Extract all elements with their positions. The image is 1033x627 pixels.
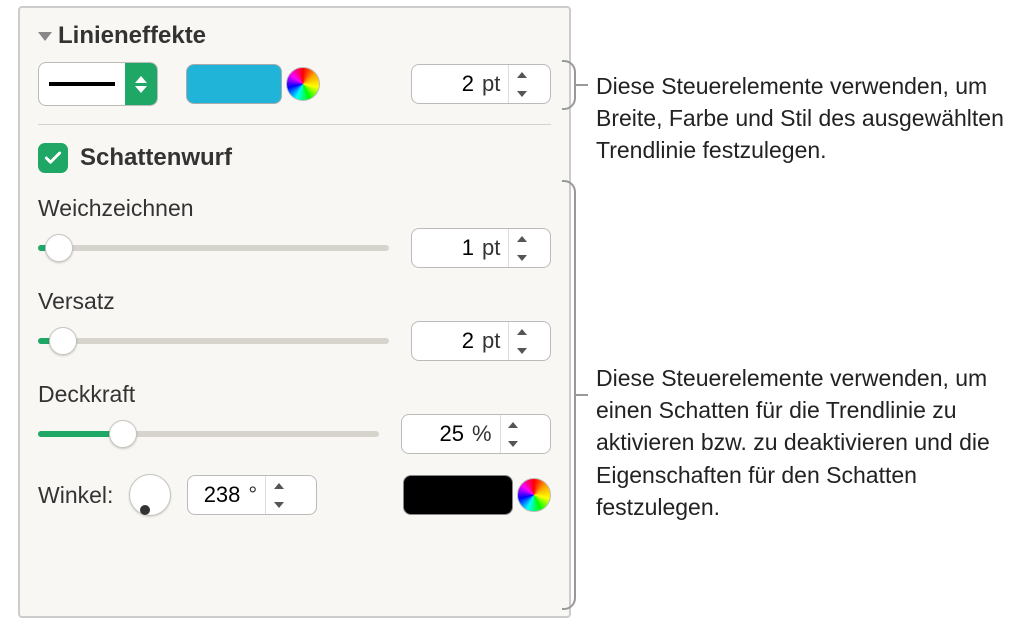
callout-bracket-bottom	[562, 180, 576, 610]
slider-thumb[interactable]	[45, 234, 73, 262]
line-color-well[interactable]	[186, 64, 282, 104]
angle-indicator-icon	[140, 505, 150, 515]
stepper-down-icon[interactable]	[509, 84, 534, 103]
shadow-color-well[interactable]	[403, 475, 513, 515]
inspector-panel: Linieneffekte pt	[18, 6, 571, 618]
line-style-dropdown[interactable]	[38, 62, 158, 106]
line-style-preview	[39, 63, 125, 105]
line-style-row: pt	[38, 62, 551, 106]
opacity-unit: %	[472, 421, 500, 447]
stepper-up-icon[interactable]	[266, 476, 291, 495]
callout-text-top: Diese Steuerelemente verwenden, um Breit…	[596, 70, 1026, 167]
section-header-line-effects[interactable]: Linieneffekte	[38, 22, 551, 50]
slider-thumb[interactable]	[109, 420, 137, 448]
angle-dial[interactable]	[129, 474, 171, 516]
slider-thumb[interactable]	[49, 327, 77, 355]
stepper-down-icon[interactable]	[266, 495, 291, 514]
angle-label: Winkel:	[38, 482, 113, 509]
offset-unit: pt	[482, 328, 508, 354]
offset-stepper[interactable]: pt	[411, 321, 551, 361]
color-wheel-icon[interactable]	[286, 67, 320, 101]
stepper-up-icon[interactable]	[509, 65, 534, 84]
offset-label: Versatz	[38, 288, 551, 315]
stepper-down-icon[interactable]	[501, 434, 526, 453]
opacity-stepper[interactable]: %	[401, 414, 551, 454]
line-width-unit: pt	[482, 71, 508, 97]
blur-unit: pt	[482, 235, 508, 261]
shadow-checkbox[interactable]	[38, 143, 68, 173]
line-color-group	[186, 64, 320, 104]
angle-input[interactable]	[188, 476, 248, 514]
opacity-slider[interactable]	[38, 419, 379, 449]
chevron-down-icon	[38, 32, 52, 41]
opacity-label: Deckkraft	[38, 381, 551, 408]
stepper-down-icon[interactable]	[509, 248, 534, 267]
stepper-up-icon[interactable]	[501, 415, 526, 434]
offset-input[interactable]	[412, 322, 482, 360]
stepper-up-icon[interactable]	[509, 322, 534, 341]
section-title: Linieneffekte	[58, 22, 206, 50]
blur-row: pt	[38, 228, 551, 268]
angle-stepper[interactable]: °	[187, 475, 317, 515]
callout-bracket-top	[562, 60, 576, 110]
angle-unit: °	[248, 482, 265, 508]
shadow-checkbox-row: Schattenwurf	[38, 143, 551, 173]
blur-input[interactable]	[412, 229, 482, 267]
opacity-input[interactable]	[402, 415, 472, 453]
line-width-input[interactable]	[412, 65, 482, 103]
checkmark-icon	[43, 148, 63, 168]
blur-stepper[interactable]: pt	[411, 228, 551, 268]
blur-label: Weichzeichnen	[38, 195, 551, 222]
opacity-row: %	[38, 414, 551, 454]
dropdown-stepper-icon[interactable]	[125, 63, 157, 105]
color-wheel-icon[interactable]	[517, 478, 551, 512]
divider	[38, 124, 551, 125]
stepper-up-icon[interactable]	[509, 229, 534, 248]
stepper-down-icon[interactable]	[509, 341, 534, 360]
blur-slider[interactable]	[38, 233, 389, 263]
line-width-stepper[interactable]: pt	[411, 64, 551, 104]
shadow-title: Schattenwurf	[80, 144, 232, 172]
angle-row: Winkel: °	[38, 474, 551, 516]
offset-slider[interactable]	[38, 326, 389, 356]
offset-row: pt	[38, 321, 551, 361]
callout-text-bottom: Diese Steuerelemente verwenden, um einen…	[596, 362, 1026, 523]
